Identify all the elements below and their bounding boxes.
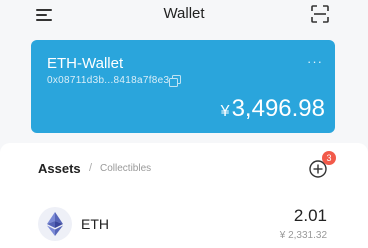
assets-panel: Assets / Collectibles 3 ETH 2.01 ¥ 2,331… bbox=[0, 143, 368, 248]
wallet-name: ETH-Wallet bbox=[47, 55, 124, 72]
tab-collectibles[interactable]: Collectibles bbox=[100, 163, 151, 174]
wallet-card[interactable]: ETH-Wallet ··· 0x08711d3b...8418a7f8e3 ¥… bbox=[31, 40, 335, 133]
top-bar: Wallet bbox=[0, 0, 368, 30]
more-options-icon[interactable]: ··· bbox=[307, 54, 323, 69]
wallet-balance: ¥3,496.98 bbox=[221, 95, 325, 123]
ethereum-icon bbox=[38, 207, 72, 241]
tab-assets[interactable]: Assets bbox=[38, 161, 81, 176]
currency-symbol: ¥ bbox=[220, 103, 230, 120]
balance-amount: 3,496.98 bbox=[231, 95, 325, 122]
asset-list-item[interactable]: ETH 2.01 ¥ 2,331.32 bbox=[0, 200, 368, 248]
wallet-address: 0x08711d3b...8418a7f8e3 bbox=[47, 75, 170, 86]
scan-icon[interactable] bbox=[311, 5, 329, 23]
asset-amount: 2.01 bbox=[293, 206, 327, 225]
notification-badge: 3 bbox=[322, 151, 336, 165]
tab-separator: / bbox=[89, 162, 93, 174]
asset-symbol: ETH bbox=[81, 216, 109, 232]
asset-fiat-value: ¥ 2,331.32 bbox=[279, 230, 327, 241]
copy-icon[interactable] bbox=[169, 74, 181, 87]
